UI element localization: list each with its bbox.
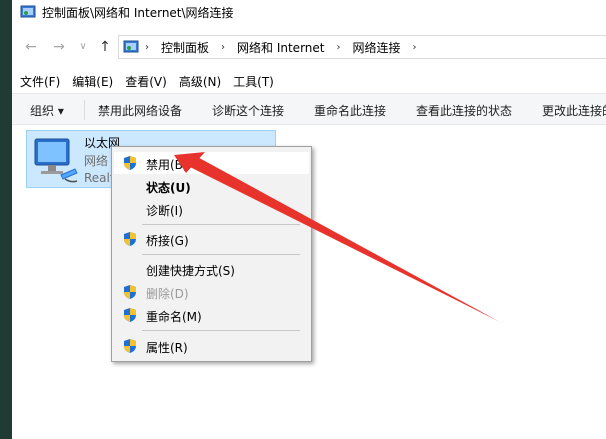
- change-settings-button[interactable]: 更改此连接的设置: [542, 102, 606, 119]
- view-status-button[interactable]: 查看此连接的状态: [416, 102, 512, 119]
- command-bar: 组织 ▾ 禁用此网络设备 诊断这个连接 重命名此连接 查看此连接的状态 更改此连…: [12, 93, 606, 125]
- menu-divider: [142, 224, 300, 225]
- context-item-label: 重命名(M): [146, 310, 202, 324]
- address-bar[interactable]: › 控制面板 › 网络和 Internet › 网络连接 ›: [118, 35, 606, 59]
- explorer-window: 控制面板\网络和 Internet\网络连接 ← → ∨ ↑ › 控制面板 › …: [12, 0, 606, 439]
- title-bar: 控制面板\网络和 Internet\网络连接: [12, 0, 606, 24]
- menu-view[interactable]: 查看(V): [125, 73, 167, 90]
- context-item-label: 桥接(G): [146, 234, 189, 248]
- organize-button[interactable]: 组织 ▾: [30, 102, 64, 119]
- network-adapter-icon: [34, 138, 78, 183]
- forward-arrow-icon[interactable]: →: [50, 38, 68, 56]
- desktop-edge: [0, 0, 12, 439]
- navigation-bar: ← → ∨ ↑ › 控制面板 › 网络和 Internet › 网络连接 ›: [12, 32, 606, 62]
- breadcrumb-control-panel[interactable]: 控制面板: [161, 39, 209, 56]
- uac-shield-icon: [124, 232, 136, 246]
- context-item-disable[interactable]: 禁用(B): [114, 152, 309, 174]
- context-item-delete: 删除(D): [114, 281, 309, 303]
- diagnose-connection-button[interactable]: 诊断这个连接: [212, 102, 284, 119]
- breadcrumb-chevron-icon[interactable]: ›: [145, 42, 149, 53]
- context-item-diagnose[interactable]: 诊断(I): [114, 198, 309, 220]
- context-item-label: 创建快捷方式(S): [146, 264, 235, 278]
- context-item-label: 禁用(B): [146, 158, 188, 172]
- context-item-properties[interactable]: 属性(R): [114, 335, 309, 357]
- context-item-label: 属性(R): [146, 341, 188, 355]
- up-arrow-icon[interactable]: ↑: [96, 38, 114, 56]
- disable-device-button[interactable]: 禁用此网络设备: [98, 102, 182, 119]
- menu-tools[interactable]: 工具(T): [233, 73, 274, 90]
- command-divider: [84, 100, 85, 120]
- menu-bar: 文件(F) 编辑(E) 查看(V) 高级(N) 工具(T): [12, 70, 606, 92]
- rename-connection-button[interactable]: 重命名此连接: [314, 102, 386, 119]
- breadcrumb-chevron-icon[interactable]: ›: [336, 42, 340, 53]
- uac-shield-icon: [124, 308, 136, 322]
- menu-file[interactable]: 文件(F): [20, 73, 60, 90]
- context-item-bridge[interactable]: 桥接(G): [114, 228, 309, 250]
- menu-divider: [142, 254, 300, 255]
- uac-shield-icon: [124, 285, 136, 299]
- uac-shield-icon: [124, 339, 136, 353]
- screenshot: 控制面板\网络和 Internet\网络连接 ← → ∨ ↑ › 控制面板 › …: [0, 0, 606, 439]
- context-item-rename[interactable]: 重命名(M): [114, 304, 309, 326]
- breadcrumb-network-connections[interactable]: 网络连接: [352, 39, 400, 56]
- breadcrumb-chevron-icon[interactable]: ›: [221, 42, 225, 53]
- context-item-label: 状态(U): [146, 181, 191, 195]
- uac-shield-icon: [124, 156, 136, 170]
- context-item-label: 诊断(I): [146, 204, 183, 218]
- back-arrow-icon[interactable]: ←: [22, 38, 40, 56]
- context-item-label: 删除(D): [146, 287, 189, 301]
- control-panel-icon: [123, 40, 139, 53]
- context-item-status[interactable]: 状态(U): [114, 175, 309, 197]
- recent-locations-chevron-icon[interactable]: ∨: [74, 38, 92, 56]
- adapter-device: Realt: [84, 171, 115, 185]
- menu-advanced[interactable]: 高级(N): [179, 73, 221, 90]
- control-panel-icon: [20, 5, 36, 18]
- breadcrumb-chevron-icon[interactable]: ›: [413, 42, 417, 53]
- window-title: 控制面板\网络和 Internet\网络连接: [42, 5, 234, 20]
- adapter-status: 网络: [84, 154, 109, 168]
- menu-divider: [142, 330, 300, 331]
- menu-edit[interactable]: 编辑(E): [72, 73, 113, 90]
- context-item-create-shortcut[interactable]: 创建快捷方式(S): [114, 258, 309, 280]
- context-menu: 禁用(B) 状态(U) 诊断(I) 桥接(G) 创建快捷方式(S) 删除(D) …: [111, 146, 312, 362]
- breadcrumb-network-internet[interactable]: 网络和 Internet: [237, 39, 324, 56]
